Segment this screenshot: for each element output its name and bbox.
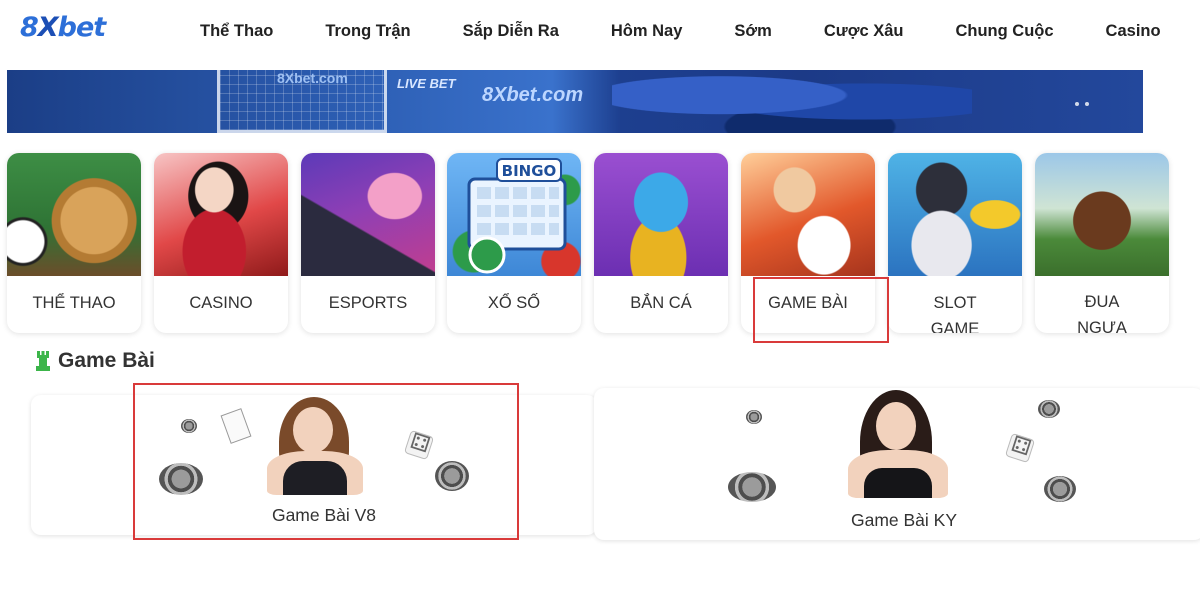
category-label: ESPORTS <box>328 294 408 312</box>
category-casino[interactable]: CASINO <box>154 153 288 333</box>
logo-x: X <box>37 12 59 43</box>
category-label: BẮN CÁ <box>630 294 692 312</box>
main-nav: Thể Thao Trong Trận Sắp Diễn Ra Hôm Nay … <box>200 0 1200 62</box>
nav-the-thao[interactable]: Thể Thao <box>200 22 273 41</box>
game-card-label: Game Bài KY <box>850 510 958 530</box>
category-esports[interactable]: ESPORTS <box>301 153 435 333</box>
poker-chip-icon <box>1038 400 1060 418</box>
lottery-icon: BINGO <box>447 153 581 276</box>
fish-shooting-icon <box>594 153 728 276</box>
bingo-card-icon: BINGO <box>467 158 567 274</box>
site-header: 8Xbet Thể Thao Trong Trận Sắp Diễn Ra Hô… <box>0 0 1200 62</box>
category-label: THỂ THAO <box>32 294 116 312</box>
banner-brand-text: 8Xbet.com <box>277 70 348 86</box>
category-game-bai[interactable]: GAME BÀI <box>741 153 875 333</box>
banner-brand-text-large: 8Xbet.com <box>482 84 584 106</box>
nav-hom-nay[interactable]: Hôm Nay <box>611 22 683 41</box>
category-slot-game[interactable]: SLOT GAME <box>888 153 1022 333</box>
section-title: Game Bài <box>36 349 155 373</box>
category-label: XỔ SỐ <box>487 294 541 312</box>
category-label: GAME BÀI <box>768 294 848 312</box>
category-label: SLOT GAME <box>930 294 980 333</box>
logo-suffix: bet <box>57 12 107 43</box>
sports-icon <box>7 153 141 276</box>
card-game-icon <box>741 153 875 276</box>
logo[interactable]: 8Xbet <box>20 12 107 43</box>
nav-sap-dien-ra[interactable]: Sắp Diễn Ra <box>463 22 559 41</box>
game-card-ky[interactable]: Game Bài KY <box>594 388 1200 540</box>
casino-icon <box>154 153 288 276</box>
carousel-dots[interactable] <box>1075 102 1089 106</box>
dealer-illustration <box>800 388 980 500</box>
category-ban-ca[interactable]: BẮN CÁ <box>594 153 728 333</box>
players-image <box>612 70 972 133</box>
category-label: CASINO <box>189 294 253 312</box>
poker-chip-icon <box>1044 476 1076 502</box>
horse-racing-icon <box>1035 153 1169 276</box>
nav-trong-tran[interactable]: Trong Trận <box>325 22 410 41</box>
category-the-thao[interactable]: THỂ THAO <box>7 153 141 333</box>
section-title-text: Game Bài <box>58 349 155 372</box>
category-xo-so[interactable]: BINGO XỔ SỐ <box>447 153 581 333</box>
nav-chung-cuoc[interactable]: Chung Cuộc <box>955 22 1053 41</box>
poker-chip-icon <box>159 463 203 495</box>
dice-icon <box>403 429 435 461</box>
category-dua-ngua[interactable]: ĐUA NGỰA <box>1035 153 1169 333</box>
poker-chip-icon <box>181 419 197 433</box>
category-label: ĐUA NGỰA <box>1077 293 1127 333</box>
rook-icon <box>36 351 50 371</box>
nav-som[interactable]: Sớm <box>734 22 771 41</box>
svg-text:BINGO: BINGO <box>502 162 557 180</box>
poker-chip-icon <box>728 472 776 502</box>
esports-icon <box>301 153 435 276</box>
nav-cuoc-xau[interactable]: Cược Xâu <box>824 22 904 41</box>
poker-chip-icon <box>746 410 762 424</box>
dealer-illustration <box>220 395 401 495</box>
promo-banner[interactable]: 8Xbet.com LIVE BET 8Xbet.com <box>7 70 1143 133</box>
game-card-v8[interactable]: Game Bài V8 <box>31 395 597 535</box>
banner-live-bet-text: LIVE BET <box>397 76 456 91</box>
logo-prefix: 8 <box>20 12 39 43</box>
dice-icon <box>1004 432 1036 464</box>
nav-casino[interactable]: Casino <box>1106 22 1161 41</box>
game-card-label: Game Bài V8 <box>271 505 377 525</box>
poker-chip-icon <box>435 461 469 491</box>
slot-icon <box>888 153 1022 276</box>
